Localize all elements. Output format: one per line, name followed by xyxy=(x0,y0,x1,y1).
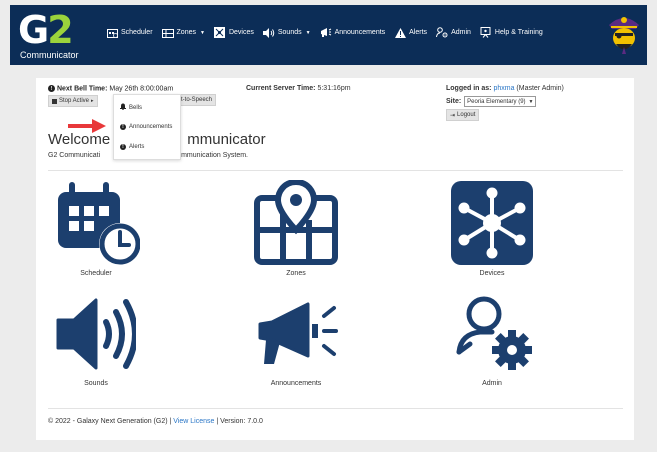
megaphone-icon xyxy=(320,27,332,38)
tile-sounds[interactable]: Sounds xyxy=(36,290,156,392)
g2-logo[interactable]: G2 Communicator xyxy=(18,10,96,60)
tile-label-sounds: Sounds xyxy=(84,380,108,387)
nav-menu: Scheduler Zones ▼ Devices Sounds ▼ Announc… xyxy=(106,27,543,38)
dropdown-item-announcements[interactable]: ! Announcements xyxy=(120,124,172,130)
chevron-right-icon: ▸ xyxy=(91,98,94,104)
chevron-down-icon: ▼ xyxy=(305,29,311,36)
nav-item-devices[interactable]: Devices xyxy=(214,27,254,38)
site-select[interactable]: Peoria Elementary (9) ▼ xyxy=(464,96,537,107)
logo-mark: G2 xyxy=(18,8,74,52)
logo-subtitle: Communicator xyxy=(20,50,79,60)
tile-label-devices: Devices xyxy=(479,270,505,277)
footer-divider xyxy=(48,408,623,409)
nav-item-zones[interactable]: Zones ▼ xyxy=(161,27,205,38)
next-bell-info: ! Next Bell Time: May 26th 8:00:00am xyxy=(48,85,173,92)
stop-active-dropdown-menu: Bells ! Announcements ! Alerts xyxy=(113,94,181,160)
tile-announcements[interactable]: Announcements xyxy=(236,290,356,392)
logout-icon: ⇥ xyxy=(450,112,456,119)
view-license-link[interactable]: View License xyxy=(173,418,214,425)
tile-label-zones: Zones xyxy=(286,270,306,277)
bell-icon xyxy=(120,103,126,112)
logged-in-info: Logged in as: phxma (Master Admin) xyxy=(446,85,564,92)
zones-map-pin-icon xyxy=(254,180,338,265)
username-link[interactable]: phxma xyxy=(493,85,514,92)
divider xyxy=(48,170,623,171)
tile-label-scheduler: Scheduler xyxy=(80,270,112,277)
network-hub-icon xyxy=(451,181,533,265)
info-circle-icon: ! xyxy=(120,144,126,150)
dropdown-item-bells[interactable]: Bells xyxy=(120,103,142,112)
nav-item-sounds[interactable]: Sounds ▼ xyxy=(262,27,311,38)
logout-button[interactable]: ⇥ Logout xyxy=(446,109,480,121)
megaphone-large-icon xyxy=(258,302,338,364)
speaker-icon xyxy=(262,27,275,38)
tile-scheduler[interactable]: Scheduler xyxy=(36,178,156,283)
tile-zones[interactable]: Zones xyxy=(236,178,356,283)
nav-item-alerts[interactable]: Alerts xyxy=(394,27,427,38)
dropdown-item-alerts[interactable]: ! Alerts xyxy=(120,144,144,150)
tile-label-announcements: Announcements xyxy=(270,380,322,387)
devices-icon xyxy=(214,27,226,38)
nav-item-help[interactable]: Help & Training xyxy=(480,27,543,38)
info-circle-icon: ! xyxy=(48,85,55,92)
tile-admin[interactable]: Admin xyxy=(432,290,552,392)
pirate-mascot-logo xyxy=(607,11,641,55)
chevron-down-icon: ▼ xyxy=(528,98,534,105)
server-time: Current Server Time: 5:31:16pm xyxy=(246,85,351,92)
nav-item-announcements[interactable]: Announcements xyxy=(320,27,385,38)
user-gear-icon xyxy=(456,296,532,370)
chevron-down-icon: ▼ xyxy=(200,29,205,36)
nav-item-scheduler[interactable]: Scheduler xyxy=(106,27,153,38)
nav-item-admin[interactable]: Admin xyxy=(436,27,471,38)
footer: © 2022 - Galaxy Next Generation (G2) | V… xyxy=(48,418,263,425)
stop-active-button[interactable]: Stop Active ▸ xyxy=(48,95,98,107)
calendar-clock-icon xyxy=(58,182,140,265)
red-arrow-annotation xyxy=(68,119,106,133)
tile-devices[interactable]: Devices xyxy=(432,178,552,283)
warning-icon xyxy=(394,27,406,38)
main-content-card: ! Next Bell Time: May 26th 8:00:00am Cur… xyxy=(36,78,634,440)
speaker-volume-icon xyxy=(56,298,136,370)
help-icon xyxy=(480,27,492,38)
info-circle-icon: ! xyxy=(120,124,126,130)
stop-icon xyxy=(52,98,57,104)
calendar-icon xyxy=(106,27,118,38)
zones-map-icon xyxy=(161,27,174,38)
tile-label-admin: Admin xyxy=(482,380,502,387)
top-navbar: G2 Communicator Scheduler Zones ▼ Devices xyxy=(10,5,647,65)
admin-gear-icon xyxy=(436,27,448,38)
site-selector-row: Site: Peoria Elementary (9) ▼ xyxy=(446,96,537,107)
